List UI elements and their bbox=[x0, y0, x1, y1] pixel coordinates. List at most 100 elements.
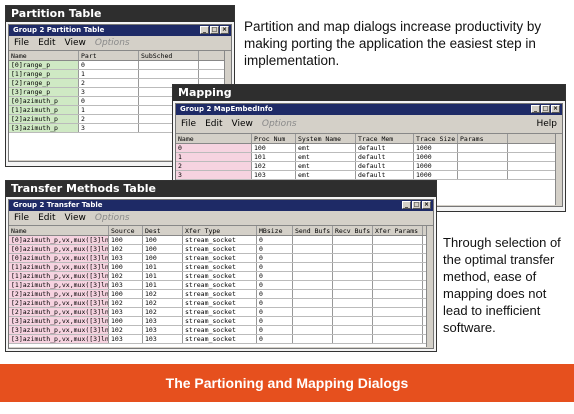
column-header[interactable]: Source bbox=[109, 226, 143, 235]
table-row[interactable]: [3]azimuth_p,vx,mux([3]ln 102 103 stream_so… bbox=[9, 326, 433, 335]
table-cell[interactable]: 102 bbox=[143, 308, 183, 316]
table-cell[interactable]: 101 bbox=[252, 153, 296, 161]
table-cell[interactable]: stream_socket bbox=[183, 317, 257, 325]
table-cell[interactable]: [1]range_p bbox=[9, 70, 79, 78]
table-cell[interactable]: emt bbox=[296, 153, 356, 161]
column-header[interactable]: Name bbox=[176, 134, 252, 143]
table-cell[interactable] bbox=[293, 317, 333, 325]
menu-edit[interactable]: Edit bbox=[38, 38, 55, 48]
table-cell[interactable]: stream_socket bbox=[183, 326, 257, 334]
table-cell[interactable]: 103 bbox=[252, 171, 296, 179]
table-cell[interactable]: 103 bbox=[143, 326, 183, 334]
table-cell[interactable]: 101 bbox=[143, 272, 183, 280]
menu-file[interactable]: File bbox=[14, 213, 29, 223]
table-row[interactable]: 0 100 emt default 1000 bbox=[176, 144, 562, 153]
table-cell[interactable] bbox=[373, 317, 423, 325]
table-cell[interactable]: 103 bbox=[109, 308, 143, 316]
table-cell[interactable]: [3]azimuth_p bbox=[9, 124, 79, 132]
table-cell[interactable]: 100 bbox=[109, 290, 143, 298]
table-cell[interactable] bbox=[333, 308, 373, 316]
menu-view[interactable]: View bbox=[65, 38, 86, 48]
table-cell[interactable] bbox=[293, 272, 333, 280]
table-cell[interactable]: 102 bbox=[109, 272, 143, 280]
table-cell[interactable] bbox=[458, 153, 508, 161]
table-cell[interactable]: [1]azimuth_p,vx,mux([3]ln bbox=[9, 272, 109, 280]
column-header[interactable]: Part bbox=[79, 51, 139, 60]
table-cell[interactable]: stream_socket bbox=[183, 245, 257, 253]
table-cell[interactable] bbox=[373, 290, 423, 298]
table-cell[interactable] bbox=[373, 308, 423, 316]
table-cell[interactable]: [1]azimuth_p,vx,mux([3]ln bbox=[9, 263, 109, 271]
table-cell[interactable] bbox=[333, 317, 373, 325]
table-cell[interactable] bbox=[293, 299, 333, 307]
table-cell[interactable]: 3 bbox=[79, 124, 139, 132]
maximize-icon[interactable]: □ bbox=[541, 105, 550, 113]
menu-view[interactable]: View bbox=[232, 119, 253, 129]
table-cell[interactable]: 0 bbox=[257, 263, 293, 271]
table-cell[interactable] bbox=[293, 290, 333, 298]
table-cell[interactable]: stream_socket bbox=[183, 263, 257, 271]
table-cell[interactable]: 3 bbox=[79, 88, 139, 96]
table-cell[interactable] bbox=[333, 236, 373, 244]
table-cell[interactable]: 0 bbox=[257, 326, 293, 334]
table-cell[interactable]: [3]azimuth_p,vx,mux([3]ln bbox=[9, 317, 109, 325]
close-icon[interactable]: × bbox=[422, 201, 431, 209]
table-row[interactable]: 1 101 emt default 1000 bbox=[176, 153, 562, 162]
table-row[interactable]: [1]azimuth_p,vx,mux([3]ln 100 101 stream_so… bbox=[9, 263, 433, 272]
table-cell[interactable]: 0 bbox=[257, 245, 293, 253]
table-cell[interactable]: 100 bbox=[252, 144, 296, 152]
table-cell[interactable]: 102 bbox=[252, 162, 296, 170]
table-cell[interactable]: stream_socket bbox=[183, 335, 257, 343]
table-cell[interactable] bbox=[139, 70, 199, 78]
column-header[interactable]: Recv Bufs bbox=[333, 226, 373, 235]
table-row[interactable]: [0]azimuth_p,vx,mux([3]ln 103 100 stream_so… bbox=[9, 254, 433, 263]
table-cell[interactable] bbox=[333, 335, 373, 343]
table-row[interactable]: [3]azimuth_p,vx,mux([3]ln 103 103 stream_so… bbox=[9, 335, 433, 344]
table-cell[interactable]: 0 bbox=[79, 97, 139, 105]
column-header[interactable]: Params bbox=[458, 134, 508, 143]
column-header[interactable]: Trace Mem bbox=[356, 134, 414, 143]
table-cell[interactable]: 0 bbox=[257, 317, 293, 325]
table-row[interactable]: [0]azimuth_p,vx,mux([3]ln 102 100 stream_so… bbox=[9, 245, 433, 254]
table-cell[interactable]: 1000 bbox=[414, 153, 458, 161]
table-cell[interactable]: 103 bbox=[109, 254, 143, 262]
vertical-scrollbar[interactable] bbox=[426, 226, 433, 347]
table-cell[interactable]: stream_socket bbox=[183, 308, 257, 316]
table-cell[interactable]: 100 bbox=[109, 263, 143, 271]
table-cell[interactable]: 1000 bbox=[414, 171, 458, 179]
table-cell[interactable]: [0]azimuth_p,vx,mux([3]ln bbox=[9, 254, 109, 262]
column-header[interactable]: Name bbox=[9, 51, 79, 60]
table-cell[interactable]: [2]range_p bbox=[9, 79, 79, 87]
table-cell[interactable]: 0 bbox=[257, 290, 293, 298]
table-cell[interactable] bbox=[293, 236, 333, 244]
table-cell[interactable]: 101 bbox=[143, 263, 183, 271]
table-row[interactable]: [0]azimuth_p,vx,mux([3]ln 100 100 stream_so… bbox=[9, 236, 433, 245]
table-cell[interactable]: 1 bbox=[79, 70, 139, 78]
table-cell[interactable]: stream_socket bbox=[183, 254, 257, 262]
maximize-icon[interactable]: □ bbox=[412, 201, 421, 209]
column-header[interactable]: Xfer Type bbox=[183, 226, 257, 235]
table-cell[interactable]: 1000 bbox=[414, 144, 458, 152]
table-cell[interactable]: 0 bbox=[257, 236, 293, 244]
table-cell[interactable]: [2]azimuth_p bbox=[9, 115, 79, 123]
table-cell[interactable] bbox=[373, 254, 423, 262]
table-cell[interactable]: 1 bbox=[79, 106, 139, 114]
table-cell[interactable] bbox=[293, 263, 333, 271]
table-cell[interactable]: default bbox=[356, 153, 414, 161]
vertical-scrollbar[interactable] bbox=[555, 134, 562, 205]
table-row[interactable]: [2]azimuth_p,vx,mux([3]ln 100 102 stream_so… bbox=[9, 290, 433, 299]
table-cell[interactable]: [3]range_p bbox=[9, 88, 79, 96]
table-cell[interactable]: 103 bbox=[143, 317, 183, 325]
minimize-icon[interactable]: _ bbox=[402, 201, 411, 209]
menu-help[interactable]: Help bbox=[536, 119, 557, 129]
column-header[interactable]: Proc Num bbox=[252, 134, 296, 143]
table-cell[interactable]: stream_socket bbox=[183, 236, 257, 244]
menu-file[interactable]: File bbox=[181, 119, 196, 129]
table-cell[interactable]: 1000 bbox=[414, 162, 458, 170]
table-row[interactable]: [3]azimuth_p,vx,mux([3]ln 100 103 stream_so… bbox=[9, 317, 433, 326]
table-cell[interactable]: [1]azimuth_p bbox=[9, 106, 79, 114]
table-row[interactable]: [1]azimuth_p,vx,mux([3]ln 102 101 stream_so… bbox=[9, 272, 433, 281]
table-cell[interactable]: default bbox=[356, 144, 414, 152]
table-cell[interactable] bbox=[458, 162, 508, 170]
table-cell[interactable]: stream_socket bbox=[183, 290, 257, 298]
